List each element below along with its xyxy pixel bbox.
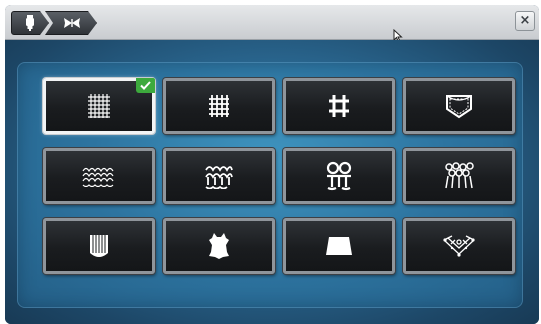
close-button[interactable]: ×: [515, 11, 535, 31]
fabric-tile-lace[interactable]: [403, 218, 515, 274]
fabric-tile-woven-light[interactable]: [43, 78, 155, 134]
fabric-tile-knit-light[interactable]: [43, 148, 155, 204]
woven-medium-fabric-icon: [209, 95, 229, 117]
leather-hide-icon: [209, 233, 229, 259]
fabric-tile-knit-medium[interactable]: [163, 148, 275, 204]
fabric-tile-woven-medium[interactable]: [163, 78, 275, 134]
fabric-tile-leather[interactable]: [163, 218, 275, 274]
fabric-tile-vinyl[interactable]: [283, 218, 395, 274]
fleece-icon: [90, 235, 108, 257]
terry-towel-icon: [445, 162, 474, 189]
fabric-selection-window: ×: [5, 5, 539, 324]
fabric-tile-denim[interactable]: [403, 78, 515, 134]
fabric-tile-knit-heavy[interactable]: [283, 148, 395, 204]
fabric-tile-terry[interactable]: [403, 148, 515, 204]
knit-heavy-icon: [326, 161, 352, 191]
woven-heavy-fabric-icon: [329, 95, 349, 117]
title-bar: ×: [5, 5, 539, 43]
denim-pocket-icon: [446, 95, 472, 119]
knit-light-icon: [82, 167, 114, 187]
breadcrumb-stabilizer[interactable]: [11, 11, 49, 35]
content-area: [5, 40, 539, 324]
woven-light-fabric-icon: [88, 94, 110, 118]
vinyl-sheet-icon: [326, 237, 352, 255]
knit-medium-icon: [205, 166, 233, 189]
stabilizer-icon: [24, 15, 36, 31]
butterfly-icon: [62, 17, 82, 29]
breadcrumb-embroidery[interactable]: [45, 11, 97, 35]
fabric-tile-fleece[interactable]: [43, 218, 155, 274]
fabric-tile-woven-heavy[interactable]: [283, 78, 395, 134]
lace-netting-icon: [443, 235, 475, 257]
selected-checkmark-icon: [136, 78, 155, 93]
fabric-grid-panel: [17, 62, 523, 308]
